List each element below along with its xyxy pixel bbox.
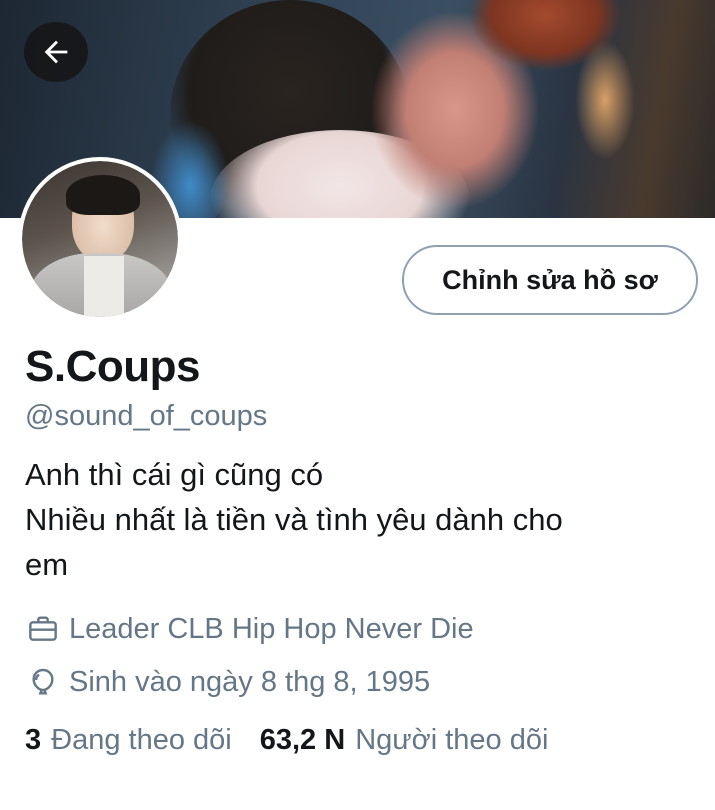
followers-link[interactable]: 63,2 N Người theo dõi — [260, 724, 549, 757]
birthday-text: Sinh vào ngày 8 thg 8, 1995 — [69, 665, 431, 698]
bio-line: em — [25, 547, 69, 582]
profile-name: S.Coups — [25, 342, 200, 391]
balloon-icon — [25, 664, 61, 700]
profile-occupation: Leader CLB Hip Hop Never Die — [25, 611, 474, 647]
followers-count: 63,2 N — [259, 724, 346, 756]
profile-bio: Anh thì cái gì cũng có Nhiều nhất là tiề… — [25, 452, 685, 587]
bio-line: Anh thì cái gì cũng có — [25, 457, 324, 492]
followers-label: Người theo dõi — [355, 724, 549, 756]
profile-avatar[interactable] — [18, 157, 182, 321]
avatar-hair — [66, 175, 140, 215]
avatar-shirt — [84, 256, 124, 317]
occupation-text: Leader CLB Hip Hop Never Die — [69, 612, 474, 645]
edit-profile-button[interactable]: Chỉnh sửa hồ sơ — [402, 245, 698, 315]
bio-line: Nhiều nhất là tiền và tình yêu dành cho — [25, 502, 563, 537]
banner-light — [575, 40, 635, 160]
profile-stats: 3 Đang theo dõi 63,2 N Người theo dõi — [25, 724, 548, 757]
following-link[interactable]: 3 Đang theo dõi — [25, 724, 232, 757]
following-label: Đang theo dõi — [51, 724, 232, 756]
briefcase-icon — [25, 611, 61, 647]
arrow-left-icon — [44, 40, 68, 64]
following-count: 3 — [25, 724, 42, 756]
profile-birthday: Sinh vào ngày 8 thg 8, 1995 — [25, 664, 430, 700]
back-button[interactable] — [24, 22, 88, 82]
profile-handle: @sound_of_coups — [25, 400, 268, 432]
